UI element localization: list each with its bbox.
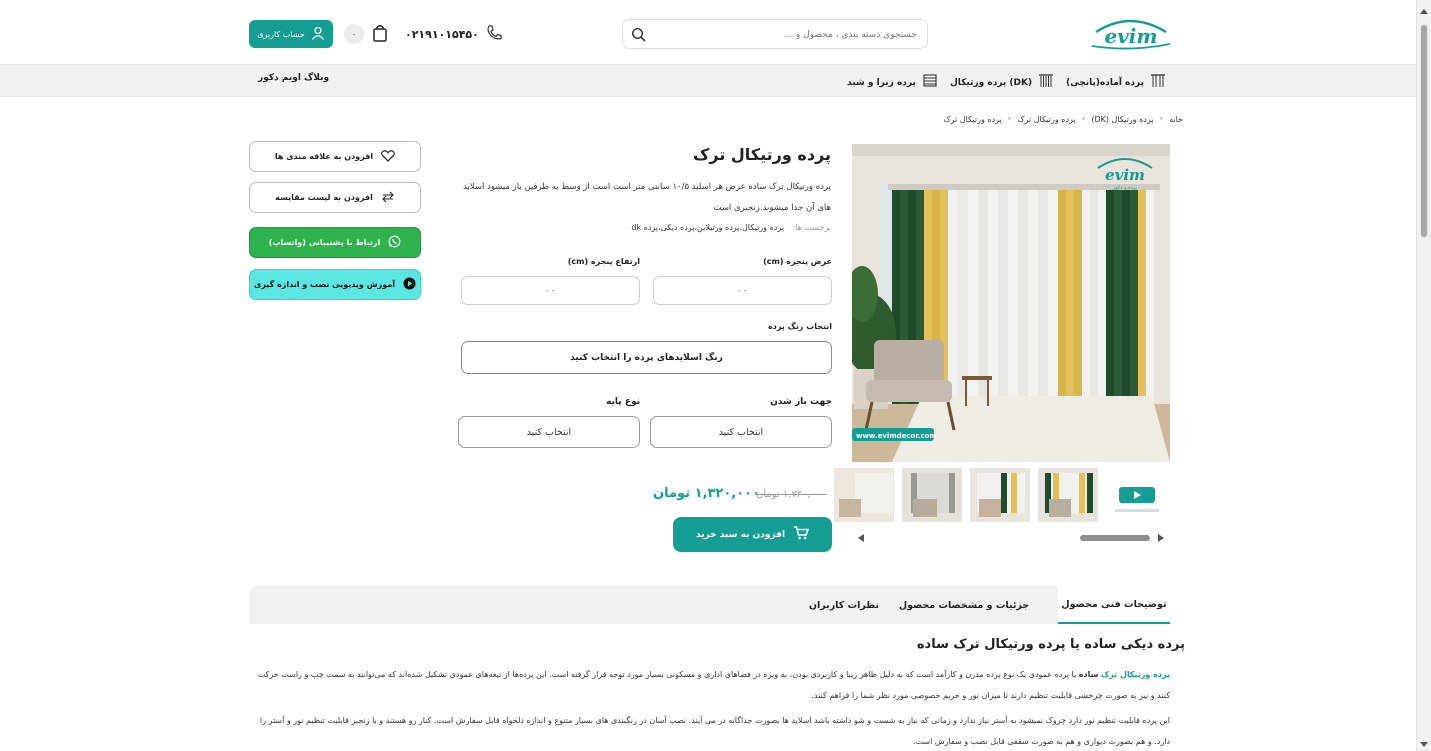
breadcrumb-category[interactable]: پرده ورتیکال (DK) [1091,115,1153,124]
add-to-wishlist-button[interactable]: افزودن به علاقه مندی ها [249,141,421,172]
old-price: ۱,۷۲۰,۰۰۰ تومان [756,489,827,500]
nav-item-ready-curtains[interactable]: پرده آماده(پانچی) [1066,73,1166,92]
bold-word: ساده [1078,670,1099,679]
product-title: پرده ورتیکال ترک [693,145,831,164]
nav-item-label: پرده آماده(پانچی) [1066,77,1144,88]
compare-icon [381,191,395,205]
nav-item-label: وبلاگ اویم دکور [258,73,330,83]
account-button-label: حساب کاربری [257,29,305,39]
whatsapp-support-button[interactable]: ارتباط با پشتیبانی (واتساپ) [249,227,421,258]
add-to-compare-button[interactable]: افزودن به لیست مقایسه [249,182,421,213]
video-tutorial-label: آموزش ویدیویی نصب و اندازه گیری [254,280,395,289]
cart-count-badge: ۰ [344,24,364,44]
nav-item-label: پرده ورتیکال (DK) [950,77,1033,88]
new-price: ۱,۳۲۰,۰۰۰ تومان [653,486,761,501]
product-main-image[interactable]: evim پرده و دکور www.evimdecor.com [852,144,1170,462]
cart-icon [793,526,810,543]
nav-item-label: پرده زبرا و شید [847,77,916,88]
breadcrumb-subcategory[interactable]: پرده ورتیکال ترک [1017,115,1075,124]
whatsapp-icon [388,235,401,250]
svg-text:evim: evim [1105,166,1145,184]
product-description: پرده ورتیکال ترک ساده عرض هر اسلید ۱۰/۵ … [462,182,831,213]
section-title: پرده دیکی ساده یا پرده ورتیکال ترک ساده [916,637,1185,652]
thumbnail[interactable] [970,468,1030,522]
thumbnail-scrollbar[interactable] [852,530,1170,546]
breadcrumb: خانه › پرده ورتیکال (DK) › پرده ورتیکال … [943,114,1183,124]
compare-label: افزودن به لیست مقایسه [275,193,373,202]
video-thumbnail[interactable] [1106,468,1166,522]
product-tabs: توضیحات فنی محصول جزئیات و مشخصات محصول … [249,586,1170,624]
color-select-button[interactable]: رنگ اسلایدهای پرده را انتخاب کنید [461,341,832,374]
chevron-left-icon: › [1081,114,1086,124]
gallery-logo-sub: پرده و دکور [1112,185,1138,191]
breadcrumb-current: پرده ورتیکال ترک [943,114,1002,124]
color-label: انتخاب رنگ پرده [768,322,832,331]
breadcrumb-home[interactable]: خانه [1169,115,1183,124]
scroll-left-icon [858,534,864,542]
height-input[interactable]: - - [461,276,640,305]
play-circle-icon [403,277,416,292]
vertical-blind-icon [1038,73,1054,92]
search-icon[interactable] [631,27,647,46]
tags-list[interactable]: پرده ورتیکال،پرده ورتیلاین،پرده دیکی،پرد… [631,223,784,232]
roller-blind-icon [922,73,938,92]
chevron-left-icon: › [1159,114,1164,124]
nav-item-blog[interactable]: وبلاگ اویم دکور [258,73,329,83]
height-label: ارتفاع پنجره (cm) [567,257,640,266]
width-label: عرض پنجره (cm) [763,257,832,266]
nav-item-zebra-curtains[interactable]: پرده زبرا و شید [847,73,938,92]
phone-number: ۰۲۱۹۱۰۱۵۴۵۰ [405,27,479,41]
product-tags: برچسب ها: پرده ورتیکال،پرده ورتیلاین،پرد… [631,223,831,232]
curtain-icon [1150,73,1166,92]
phone-contact[interactable]: ۰۲۱۹۱۰۱۵۴۵۰ [405,24,503,44]
tags-label: برچسب ها: [792,223,831,232]
chevron-left-icon: › [1007,114,1012,124]
search-box[interactable] [622,19,928,49]
search-input[interactable] [657,26,917,44]
page-scrollbar[interactable] [1416,0,1431,751]
product-link[interactable]: پرده ورتیکال ترک [1101,670,1170,679]
site-header: evim ۰۲۱۹۱۰۱۵۴۵۰ ۰ حساب کاربری [0,0,1416,64]
add-to-cart-label: افزودن به سبد خرید [695,529,786,540]
whatsapp-label: ارتباط با پشتیبانی (واتساپ) [268,238,381,247]
shopping-bag-icon[interactable] [372,24,388,45]
thumbnail[interactable] [834,468,894,522]
width-input[interactable]: - - [653,276,832,305]
thumbnail-strip [834,468,1170,522]
main-nav: پرده آماده(پانچی) پرده ورتیکال (DK) پرده… [0,64,1416,97]
description-paragraph: این پرده قابلیت تنظیم نور دارد چروک نمیش… [249,710,1170,751]
paragraph-text: یا پرده عمودی یک نوع پرده مدرن و کارآمد … [257,670,1170,700]
gallery-watermark: www.evimdecor.com [856,432,937,440]
account-button[interactable]: حساب کاربری [249,20,333,48]
base-type-label: نوع پایه [606,397,640,407]
nav-item-vertical-curtains[interactable]: پرده ورتیکال (DK) [950,73,1054,92]
tab-user-reviews[interactable]: نظرات کاربران [799,586,889,624]
scroll-right-icon [1158,534,1164,542]
scrollbar-thumb[interactable] [1420,24,1428,238]
thumbnail[interactable] [902,468,962,522]
open-direction-select[interactable]: انتخاب کنید [650,416,832,448]
description-paragraph: پرده ورتیکال ترک ساده یا پرده عمودی یک ن… [249,664,1170,706]
logo-text: evim [1104,24,1157,48]
site-logo[interactable]: evim [1090,14,1172,54]
scroll-up-icon[interactable] [1420,9,1428,14]
tab-product-details[interactable]: جزئیات و مشخصات محصول [889,586,1039,624]
user-icon [311,26,325,42]
thumbnail[interactable] [1038,468,1098,522]
heart-icon [381,149,395,164]
tab-technical-description[interactable]: توضیحات فنی محصول [1058,586,1170,624]
add-to-cart-button[interactable]: افزودن به سبد خرید [673,517,832,552]
scroll-down-icon[interactable] [1420,742,1428,747]
open-direction-label: جهت باز شدن [770,397,832,407]
wishlist-label: افزودن به علاقه مندی ها [274,152,374,161]
video-tutorial-button[interactable]: آموزش ویدیویی نصب و اندازه گیری [249,269,421,300]
paragraph-text: این پرده قابلیت تنظیم نور دارد چروک نمیش… [259,716,1170,746]
cart[interactable]: ۰ [344,22,388,46]
phone-icon [485,24,503,45]
base-type-select[interactable]: انتخاب کنید [458,416,640,448]
